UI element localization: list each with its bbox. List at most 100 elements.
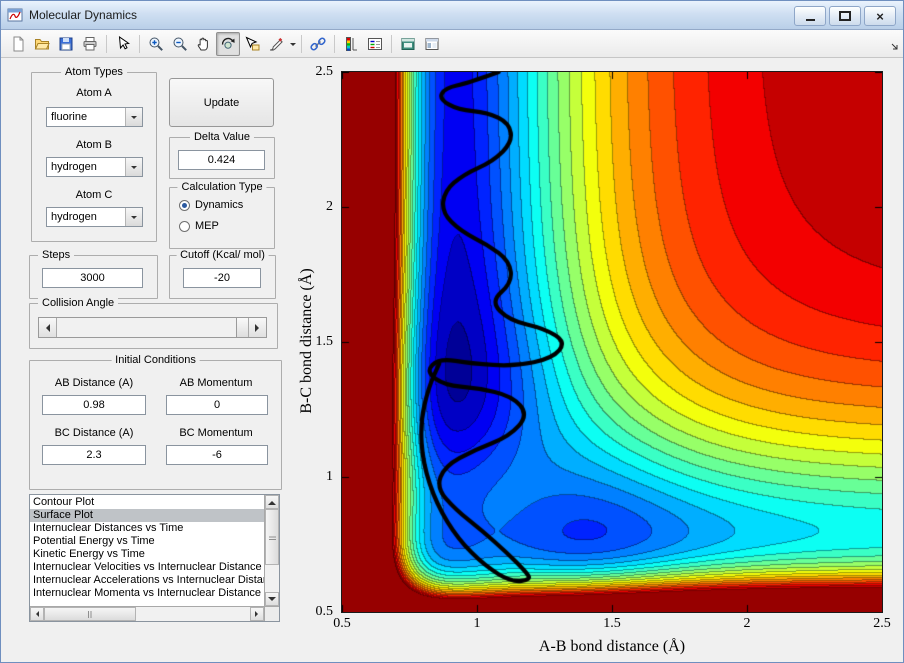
scroll-left-button[interactable] (30, 607, 44, 621)
y-tick-label: 0.5 (316, 604, 334, 620)
y-tick-label: 2 (326, 199, 333, 215)
list-item[interactable]: Internuclear Velocities vs Internuclear … (30, 561, 264, 574)
brush-menu-arrow[interactable] (288, 33, 297, 55)
atom-a-select[interactable]: fluorine (46, 107, 143, 127)
atom-c-label: Atom C (32, 189, 156, 201)
atom-c-select[interactable]: hydrogen (46, 207, 143, 227)
list-item-selected[interactable]: Surface Plot (30, 509, 264, 522)
brush-data-icon[interactable] (264, 32, 288, 56)
print-figure-icon[interactable] (78, 32, 102, 56)
scroll-down-button[interactable] (265, 592, 279, 606)
open-file-icon[interactable] (30, 32, 54, 56)
data-cursor-icon[interactable] (240, 32, 264, 56)
delta-value-title: Delta Value (190, 131, 254, 143)
list-item[interactable]: Kinetic Energy vs Time (30, 548, 264, 561)
list-item[interactable]: Potential Energy vs Time (30, 535, 264, 548)
collision-angle-slider[interactable] (38, 317, 267, 338)
slider-left-arrow-button[interactable] (39, 318, 57, 337)
atom-b-value: hydrogen (47, 161, 125, 173)
atom-b-select[interactable]: hydrogen (46, 157, 143, 177)
chevron-down-icon[interactable] (125, 158, 142, 176)
vertical-scrollbar[interactable] (264, 495, 279, 606)
chevron-down-icon[interactable] (125, 208, 142, 226)
atom-types-panel: Atom Types Atom A fluorine Atom B hydrog… (31, 72, 157, 242)
pan-icon[interactable] (192, 32, 216, 56)
insert-legend-icon[interactable] (363, 32, 387, 56)
cutoff-panel: Cutoff (Kcal/ mol) (169, 255, 276, 299)
y-axis-label: B-C bond distance (Å) (298, 268, 316, 413)
plot-type-items: Contour Plot Surface Plot Internuclear D… (30, 495, 264, 606)
window-title: Molecular Dynamics (29, 8, 137, 22)
y-tick-label: 2.5 (316, 64, 334, 80)
toolbar-separator (301, 35, 302, 53)
toolbar-overflow-icon[interactable] (891, 42, 899, 54)
pes-canvas[interactable] (341, 71, 883, 613)
x-tick-label: 1.5 (603, 616, 621, 632)
atom-a-label: Atom A (32, 87, 156, 99)
atom-a-value: fluorine (47, 111, 125, 123)
atom-b-label: Atom B (32, 139, 156, 151)
close-button[interactable]: × (864, 6, 896, 26)
radio-dynamics-label: Dynamics (195, 199, 243, 211)
list-item[interactable]: Internuclear Momenta vs Internuclear Dis… (30, 587, 264, 600)
radio-mep-label: MEP (195, 220, 219, 232)
title-bar[interactable]: Molecular Dynamics (1, 1, 903, 30)
plot-type-listbox[interactable]: Contour Plot Surface Plot Internuclear D… (29, 494, 280, 622)
x-tick-label: 2 (744, 616, 751, 632)
show-plot-tools-icon[interactable] (420, 32, 444, 56)
scroll-right-button[interactable] (250, 607, 264, 621)
toolbar-separator (139, 35, 140, 53)
arrow-up-icon (268, 497, 276, 505)
vertical-scroll-thumb[interactable] (265, 509, 279, 565)
bc-momentum-field[interactable] (166, 445, 268, 465)
horizontal-scroll-thumb[interactable] (44, 607, 136, 621)
list-item[interactable]: Contour Plot (30, 496, 264, 509)
maximize-button[interactable] (829, 6, 861, 26)
save-figure-icon[interactable] (54, 32, 78, 56)
horizontal-scroll-track[interactable] (44, 607, 250, 621)
collision-angle-title: Collision Angle (38, 297, 118, 309)
slider-right-arrow-button[interactable] (248, 318, 266, 337)
hide-plot-tools-icon[interactable] (396, 32, 420, 56)
ab-distance-label: AB Distance (A) (34, 377, 154, 389)
update-button[interactable]: Update (169, 78, 274, 127)
ab-distance-field[interactable] (42, 395, 146, 415)
steps-field[interactable] (42, 268, 143, 288)
toolbar-separator (334, 35, 335, 53)
new-figure-icon[interactable] (6, 32, 30, 56)
rotate-3d-icon[interactable] (216, 32, 240, 56)
edit-plot-icon[interactable] (111, 32, 135, 56)
vertical-scroll-track[interactable] (265, 509, 279, 592)
scroll-up-button[interactable] (265, 495, 279, 509)
cutoff-field[interactable] (183, 268, 261, 288)
scrollbar-corner (264, 606, 279, 621)
chevron-down-icon[interactable] (125, 108, 142, 126)
toolbar-separator (391, 35, 392, 53)
link-plot-icon[interactable] (306, 32, 330, 56)
arrow-down-icon (268, 597, 276, 605)
x-axis-label: A-B bond distance (Å) (341, 638, 883, 656)
ab-momentum-field[interactable] (166, 395, 268, 415)
radio-unselected-icon (179, 221, 190, 232)
bc-distance-field[interactable] (42, 445, 146, 465)
atom-types-title: Atom Types (61, 66, 127, 78)
bc-momentum-label: BC Momentum (158, 427, 274, 439)
slider-track[interactable] (57, 318, 248, 337)
close-icon: × (876, 10, 884, 23)
arrow-left-icon (33, 611, 39, 617)
horizontal-scrollbar[interactable] (30, 606, 264, 621)
slider-thumb[interactable] (236, 318, 248, 337)
list-item[interactable]: Internuclear Accelerations vs Internucle… (30, 574, 264, 587)
radio-dynamics[interactable]: Dynamics (179, 198, 243, 212)
zoom-in-icon[interactable] (144, 32, 168, 56)
radio-mep[interactable]: MEP (179, 219, 219, 233)
insert-colorbar-icon[interactable] (339, 32, 363, 56)
minimize-button[interactable] (794, 6, 826, 26)
chevron-down-icon (290, 43, 296, 49)
calculation-type-title: Calculation Type (177, 181, 266, 193)
zoom-out-icon[interactable] (168, 32, 192, 56)
delta-value-field[interactable] (178, 150, 265, 170)
list-item[interactable]: Internuclear Distances vs Time (30, 522, 264, 535)
steps-panel: Steps (29, 255, 158, 299)
arrow-right-icon (255, 611, 261, 617)
